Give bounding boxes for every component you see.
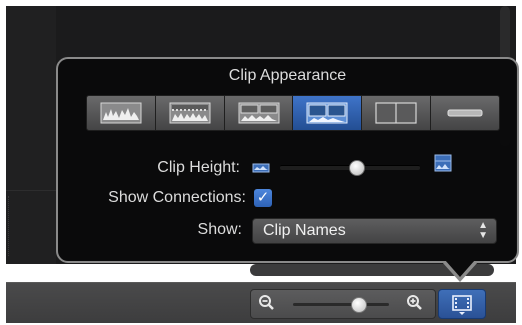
split-waveform-icon bbox=[238, 102, 280, 124]
label-bar-icon bbox=[447, 109, 483, 117]
appearance-segmented-control bbox=[86, 95, 500, 131]
filmstrip-waveform-icon bbox=[306, 102, 348, 124]
popover-pointer bbox=[445, 260, 475, 277]
popover-title: Clip Appearance bbox=[228, 67, 347, 84]
track-divider bbox=[6, 190, 56, 191]
show-select-value: Clip Names bbox=[263, 222, 346, 239]
zoom-in-glyph bbox=[407, 295, 422, 310]
filmstrip-icon bbox=[452, 295, 472, 315]
large-clip-glyph bbox=[434, 154, 452, 172]
show-connections-label: Show Connections: bbox=[108, 189, 246, 206]
show-label: Show: bbox=[197, 221, 242, 238]
waveform-icon bbox=[100, 102, 142, 124]
zoom-control bbox=[250, 289, 436, 319]
zoom-slider-track[interactable] bbox=[293, 303, 389, 306]
clip-height-label: Clip Height: bbox=[157, 159, 240, 176]
waveform-filmstrip-icon bbox=[169, 102, 211, 124]
clip-height-small-icon bbox=[252, 161, 270, 179]
track-header-area bbox=[6, 6, 56, 264]
zoom-out-icon[interactable] bbox=[257, 294, 277, 314]
zoom-slider-knob[interactable] bbox=[351, 297, 368, 313]
select-arrows-icon: ▲ ▼ bbox=[478, 220, 488, 241]
clip-height-large-icon bbox=[434, 154, 452, 177]
track-dotted-guide bbox=[8, 196, 10, 256]
appearance-waveforms-filmstrip-button[interactable] bbox=[224, 96, 294, 130]
zoom-in-icon[interactable] bbox=[405, 294, 425, 314]
clip-appearance-popover: Clip Appearance Clip Height: Show Connec… bbox=[56, 57, 519, 263]
appearance-large-filmstrip-button[interactable] bbox=[293, 96, 363, 130]
show-select[interactable]: Clip Names ▲ ▼ bbox=[252, 218, 497, 244]
filmstrip-only-icon bbox=[375, 102, 417, 124]
appearance-labels-only-button[interactable] bbox=[431, 96, 499, 130]
clip-appearance-button[interactable] bbox=[438, 289, 486, 319]
small-clip-glyph bbox=[252, 163, 270, 173]
appearance-waveforms-only-button[interactable] bbox=[87, 96, 156, 130]
clip-height-slider-knob[interactable] bbox=[349, 160, 365, 176]
show-connections-checkbox[interactable]: ✓ bbox=[254, 189, 272, 207]
appearance-large-waveforms-button[interactable] bbox=[155, 96, 225, 130]
appearance-filmstrip-only-button[interactable] bbox=[362, 96, 432, 130]
zoom-out-glyph bbox=[259, 295, 274, 310]
